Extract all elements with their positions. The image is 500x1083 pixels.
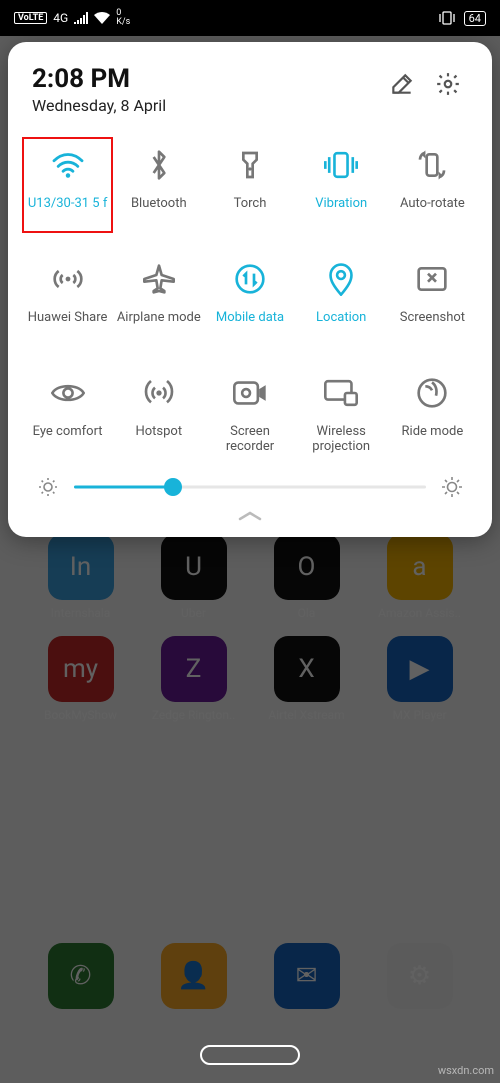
gear-icon xyxy=(435,71,461,97)
tile-label: Vibration xyxy=(315,197,367,227)
autorotate-icon xyxy=(410,143,454,187)
settings-button[interactable] xyxy=(428,64,468,104)
tile-ridemode[interactable]: Ride mode xyxy=(387,365,478,461)
location-icon xyxy=(319,257,363,301)
tile-screenrec[interactable]: Screen recorder xyxy=(204,365,295,461)
chevron-up-icon xyxy=(236,509,264,523)
tile-eyecomfort[interactable]: Eye comfort xyxy=(22,365,113,461)
tile-label: Auto-rotate xyxy=(400,197,465,227)
wifi-icon xyxy=(46,143,90,187)
signal-bars-icon xyxy=(74,12,88,24)
tile-label: Eye comfort xyxy=(33,425,103,455)
quick-settings-panel: 2:08 PM Wednesday, 8 April U13/30-31 5 f… xyxy=(8,42,492,537)
edit-button[interactable] xyxy=(382,64,422,104)
tile-label: Screen recorder xyxy=(204,425,295,455)
tile-bluetooth[interactable]: Bluetooth xyxy=(113,137,204,233)
battery-indicator: 64 xyxy=(464,11,486,26)
tile-label: Huawei Share xyxy=(28,311,108,341)
brightness-high-icon xyxy=(440,475,464,499)
volte-badge: VoLTE xyxy=(14,12,47,24)
projection-icon xyxy=(319,371,363,415)
panel-time: 2:08 PM xyxy=(32,64,376,94)
screenshot-icon xyxy=(410,257,454,301)
wifi-status-icon xyxy=(94,12,110,24)
tile-label: Mobile data xyxy=(216,311,284,341)
airplane-icon xyxy=(137,257,181,301)
network-type: 4G xyxy=(53,11,68,25)
tile-huaweishare[interactable]: Huawei Share xyxy=(22,251,113,347)
pencil-icon xyxy=(389,71,415,97)
panel-date: Wednesday, 8 April xyxy=(32,96,376,115)
bluetooth-icon xyxy=(137,143,181,187)
eyecomfort-icon xyxy=(46,371,90,415)
tile-label: Ride mode xyxy=(402,425,464,455)
watermark: wsxdn.com xyxy=(438,1064,494,1077)
ridemode-icon xyxy=(410,371,454,415)
hotspot-icon xyxy=(137,371,181,415)
nav-pill[interactable] xyxy=(200,1045,300,1065)
tile-label: U13/30-31 5 f xyxy=(28,197,108,227)
collapse-handle[interactable] xyxy=(22,505,478,525)
tile-label: Torch xyxy=(234,197,267,227)
tile-hotspot[interactable]: Hotspot xyxy=(113,365,204,461)
huaweishare-icon xyxy=(46,257,90,301)
tile-label: Location xyxy=(316,311,366,341)
tile-label: Wireless projection xyxy=(296,425,387,455)
torch-icon xyxy=(228,143,272,187)
brightness-low-icon xyxy=(36,475,60,499)
tile-wifi[interactable]: U13/30-31 5 f xyxy=(22,137,113,233)
tile-screenshot[interactable]: Screenshot xyxy=(387,251,478,347)
tile-location[interactable]: Location xyxy=(296,251,387,347)
tile-projection[interactable]: Wireless projection xyxy=(296,365,387,461)
tile-airplane[interactable]: Airplane mode xyxy=(113,251,204,347)
vibration-icon xyxy=(319,143,363,187)
mobiledata-icon xyxy=(228,257,272,301)
tile-autorotate[interactable]: Auto-rotate xyxy=(387,137,478,233)
status-bar: VoLTE 4G 0K/s 64 xyxy=(0,0,500,36)
screenrec-icon xyxy=(228,371,272,415)
vibrate-status-icon xyxy=(438,11,456,25)
tile-label: Screenshot xyxy=(400,311,465,341)
tile-vibration[interactable]: Vibration xyxy=(296,137,387,233)
tile-label: Airplane mode xyxy=(117,311,201,341)
brightness-slider[interactable] xyxy=(74,475,426,499)
tile-mobiledata[interactable]: Mobile data xyxy=(204,251,295,347)
data-speed: 0K/s xyxy=(116,9,130,27)
tile-label: Hotspot xyxy=(135,425,182,455)
tile-label: Bluetooth xyxy=(131,197,187,227)
tile-torch[interactable]: Torch xyxy=(204,137,295,233)
